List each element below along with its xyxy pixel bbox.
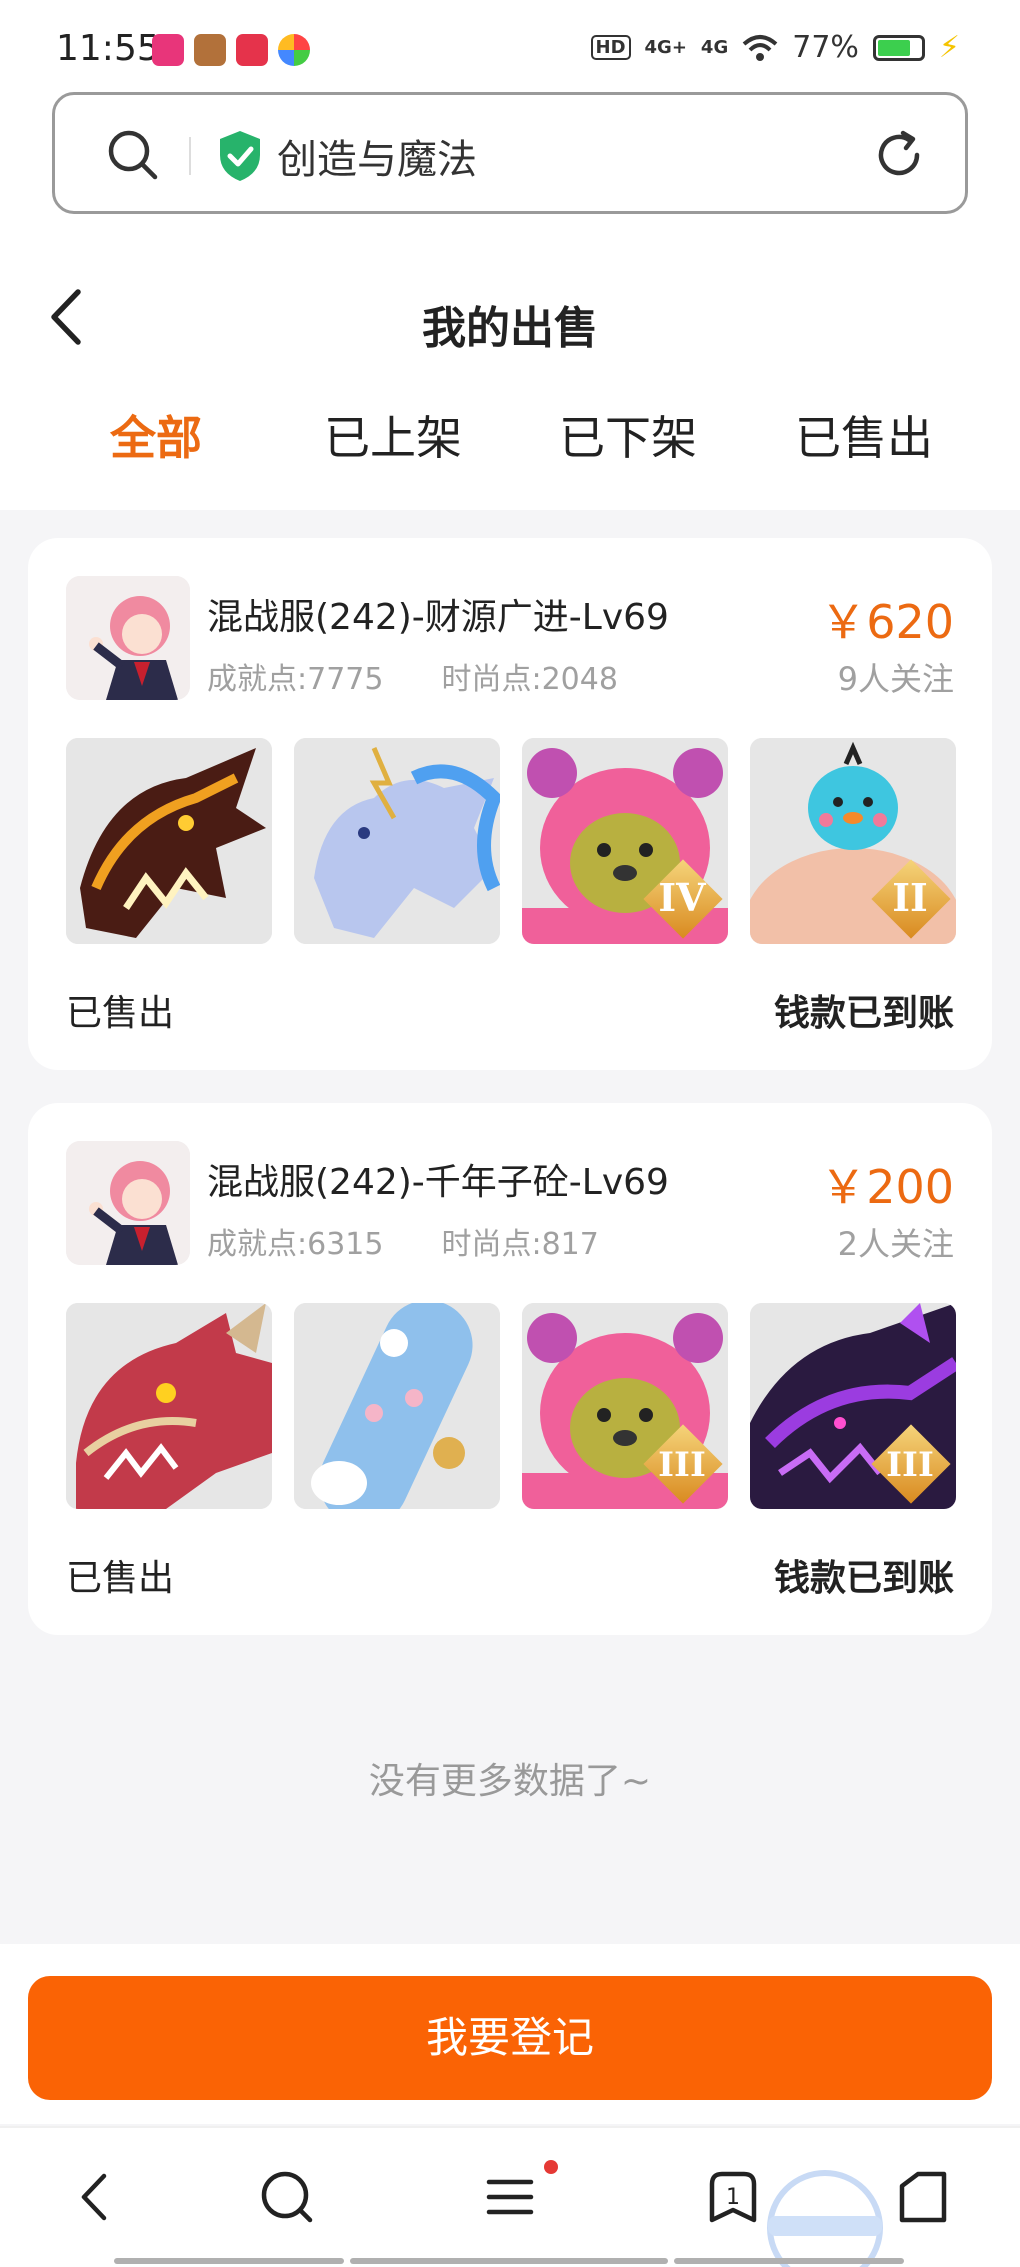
achievement-points: 成就点:7775 <box>207 662 384 697</box>
listing-title: 混战服(242)-财源广进-Lv69 <box>207 597 669 638</box>
item-thumbnail: III <box>750 1303 956 1509</box>
nav-search-icon[interactable] <box>252 2162 322 2232</box>
tab-sold[interactable]: 已售出 <box>795 402 933 468</box>
battery-icon <box>872 34 925 61</box>
no-more-data-text: 没有更多数据了~ <box>368 1761 652 1802</box>
listing-price: ￥200 <box>820 1160 954 1214</box>
nav-back-icon[interactable] <box>62 2162 132 2232</box>
item-thumbnail: II <box>750 738 956 944</box>
fashion-points: 时尚点:2048 <box>441 662 618 697</box>
nav-tabs-icon[interactable]: 1 <box>698 2162 768 2232</box>
listing-title: 混战服(242)-千年子砼-Lv69 <box>207 1162 669 1203</box>
rank-badge-label: IV <box>658 875 706 920</box>
browser-nav-bar: 1 <box>0 2126 1020 2267</box>
followers-count: 2人关注 <box>837 1225 954 1263</box>
battery-percent: 77% <box>792 30 859 65</box>
rank-badge-label: III <box>886 1445 934 1485</box>
item-thumbnail <box>66 738 272 944</box>
search-query-text[interactable]: 创造与魔法 <box>277 127 477 185</box>
game-notification-icon <box>194 34 226 66</box>
tabs-count: 1 <box>726 2185 740 2210</box>
status-time: 11:55 <box>56 28 160 69</box>
page-header: 我的出售 全部 已上架 已下架 已售出 <box>0 252 1020 510</box>
tab-delisted[interactable]: 已下架 <box>559 402 697 468</box>
colorful-app-icon <box>278 34 310 66</box>
app-notification-icon <box>152 34 184 66</box>
item-thumbnail <box>294 738 500 944</box>
payment-status: 钱款已到账 <box>773 1558 954 1599</box>
register-button[interactable]: 我要登记 <box>28 1976 992 2100</box>
rank-badge-label: II <box>892 875 928 920</box>
nav-home-icon[interactable] <box>888 2162 958 2232</box>
search-bar[interactable]: 创造与魔法 <box>52 92 968 214</box>
followers-count: 9人关注 <box>837 660 954 698</box>
tab-all[interactable]: 全部 <box>110 402 202 468</box>
refresh-icon[interactable] <box>869 125 929 185</box>
fashion-points: 时尚点:817 <box>441 1227 599 1262</box>
payment-status: 钱款已到账 <box>773 993 954 1034</box>
page-title: 我的出售 <box>422 303 598 354</box>
item-thumbnail: IV <box>522 738 728 944</box>
search-icon[interactable] <box>103 125 163 185</box>
listing-price: ￥620 <box>820 595 954 649</box>
status-bar: 11:55 HD 4G+ 4G 77% ⚡ <box>0 0 1020 92</box>
item-thumbnail <box>294 1303 500 1509</box>
bottom-action-bar: 我要登记 <box>0 1944 1020 2124</box>
notification-dot <box>544 2160 558 2174</box>
notification-icons <box>152 34 310 66</box>
character-avatar <box>66 1141 190 1265</box>
filter-tabs: 全部 已上架 已下架 已售出 <box>0 402 1020 482</box>
tab-listed[interactable]: 已上架 <box>324 402 462 468</box>
search-divider <box>189 137 191 175</box>
shield-check-icon <box>220 131 260 181</box>
listing-card[interactable]: 混战服(242)-千年子砼-Lv69 成就点:6315 时尚点:817 ￥200 … <box>28 1103 992 1635</box>
mascot-decoration <box>767 2170 883 2267</box>
charging-icon: ⚡ <box>938 30 960 65</box>
item-thumbnails: IV II <box>66 738 956 944</box>
item-thumbnails: III III <box>66 1303 956 1509</box>
achievement-points: 成就点:6315 <box>207 1227 384 1262</box>
hd-icon: HD <box>590 35 631 60</box>
gesture-bar <box>674 2258 904 2264</box>
item-thumbnail <box>66 1303 272 1509</box>
gesture-bar <box>350 2258 668 2264</box>
listing-card[interactable]: 混战服(242)-财源广进-Lv69 成就点:7775 时尚点:2048 ￥620… <box>28 538 992 1070</box>
wifi-icon <box>742 34 778 61</box>
shop-notification-icon <box>236 34 268 66</box>
nav-menu-icon[interactable] <box>475 2162 545 2232</box>
listing-status: 已售出 <box>66 1558 175 1599</box>
gesture-bar <box>114 2258 344 2264</box>
status-indicators: HD 4G+ 4G 77% ⚡ <box>590 30 960 65</box>
signal-icon-1: 4G+ <box>644 36 687 58</box>
listing-stats: 成就点:6315 时尚点:817 <box>207 1219 599 1263</box>
listing-stats: 成就点:7775 时尚点:2048 <box>207 654 618 698</box>
listing-status: 已售出 <box>66 993 175 1034</box>
character-avatar <box>66 576 190 700</box>
item-thumbnail: III <box>522 1303 728 1509</box>
browser-toolbar: 创造与魔法 <box>0 92 1020 252</box>
signal-icon-2: 4G <box>700 36 729 58</box>
rank-badge-label: III <box>658 1445 706 1485</box>
